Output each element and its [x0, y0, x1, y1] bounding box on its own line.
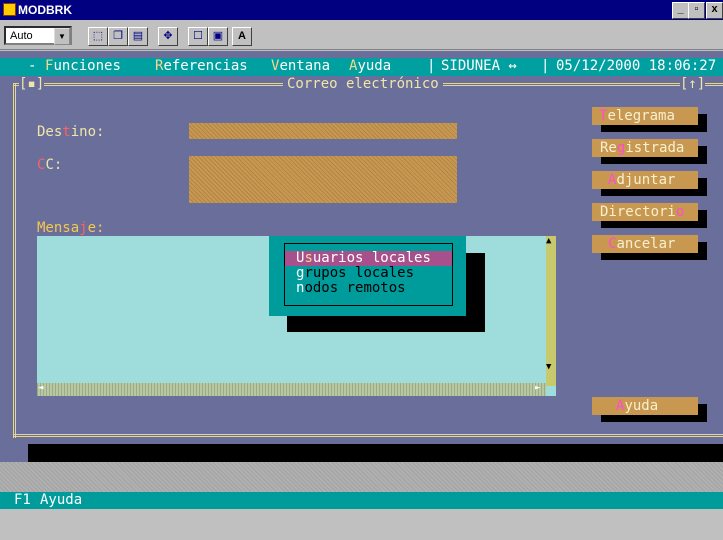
window-title: MODBRK	[18, 3, 72, 17]
status-label: Ayuda	[40, 492, 83, 508]
recipient-popup-list: Usuarios locales grupos locales nodos re…	[284, 243, 453, 306]
scroll-right-icon[interactable]: ►	[535, 383, 540, 393]
close-button[interactable]: x	[706, 2, 723, 19]
status-key[interactable]: F1	[14, 492, 31, 508]
menu-funciones[interactable]: Funciones	[45, 58, 121, 74]
cc-label-end: C:	[45, 157, 63, 173]
font-size-select[interactable]: Auto ▼	[4, 26, 72, 45]
menu-bar: - Funciones Referencias Ventana Ayuda | …	[0, 58, 723, 76]
ayuda-button[interactable]: Ayuda	[592, 397, 698, 415]
menu-ayuda-label: yuda	[357, 58, 392, 74]
background-icon[interactable]: ▣	[208, 27, 228, 46]
popup-item-label: odos remotos	[304, 280, 406, 296]
dialog-title: Correo electrónico	[283, 76, 443, 92]
registrada-button[interactable]: Registrada	[592, 139, 698, 157]
menu-referencias[interactable]: Referencias	[155, 58, 248, 74]
window-title-bar[interactable]: MODBRK _ ▫ x	[0, 0, 723, 20]
popup-item-nodos-remotos[interactable]: nodos remotos	[285, 281, 452, 296]
popup-item-label: uarios locales	[312, 250, 431, 266]
fullscreen-icon[interactable]: ✥	[158, 27, 178, 46]
desktop-bar	[28, 444, 723, 462]
registrada-label-start: Re	[600, 140, 617, 156]
copy-icon[interactable]: ❐	[108, 27, 128, 46]
menu-separator-2: |	[541, 58, 550, 74]
scroll-up-icon[interactable]: ▲	[546, 236, 551, 246]
destino-field[interactable]	[189, 123, 457, 139]
popup-item-hotkey: s	[304, 250, 313, 266]
destino-label-end: ino:	[70, 124, 105, 140]
system-name: SIDUNEA ↔	[441, 58, 517, 74]
mensaje-label-start: Mensa	[37, 220, 80, 236]
ayuda-label: yuda	[624, 398, 659, 414]
directorio-label-start: Directori	[600, 204, 676, 220]
destino-label: Destino:	[37, 124, 104, 140]
app-icon[interactable]	[3, 3, 16, 16]
menu-funciones-label: unciones	[53, 58, 121, 74]
telegrama-button[interactable]: Telegrama	[592, 107, 698, 125]
mensaje-label: Mensaje:	[37, 220, 104, 236]
cancelar-label: ancelar	[616, 236, 676, 252]
minimize-button[interactable]: _	[672, 2, 689, 19]
registrada-label: istrada	[625, 140, 685, 156]
maximize-button[interactable]: ▫	[688, 2, 705, 19]
menu-dash: -	[28, 58, 37, 74]
toolbar: Auto ▼ ⬚ ❐ ▤ ✥ ☐ ▣ A	[0, 20, 723, 50]
select-icon[interactable]: ⬚	[88, 27, 108, 46]
menu-referencias-label: eferencias	[163, 58, 248, 74]
popup-item-grupos-locales[interactable]: grupos locales	[285, 266, 452, 281]
properties-icon[interactable]: ☐	[188, 27, 208, 46]
scroll-down-icon[interactable]: ▼	[546, 362, 551, 372]
menu-ayuda[interactable]: Ayuda	[349, 58, 391, 74]
menu-ventana[interactable]: Ventana	[271, 58, 330, 74]
vertical-scrollbar[interactable]: ▲ ▼	[546, 236, 556, 386]
date-time: 05/12/2000 18:06:27	[556, 58, 717, 74]
directorio-button[interactable]: Directorio	[592, 203, 698, 221]
dialog-frame-bottom	[13, 434, 723, 437]
adjuntar-button[interactable]: Adjuntar	[592, 171, 698, 189]
popup-item-label: rupos locales	[304, 265, 415, 281]
menu-ventana-label: entana	[279, 58, 331, 74]
cc-label: CC:	[37, 157, 62, 173]
chevron-down-icon[interactable]: ▼	[54, 28, 70, 45]
status-bar: F1 Ayuda	[0, 492, 723, 509]
adjuntar-label: djuntar	[616, 172, 676, 188]
directorio-hotkey: o	[675, 204, 685, 220]
horizontal-scrollbar[interactable]: ◄ ►	[37, 383, 546, 396]
mensaje-hotkey: j	[79, 220, 88, 236]
cc-field[interactable]	[189, 156, 457, 203]
desktop-pattern	[0, 462, 723, 492]
dialog-frame-left	[13, 83, 16, 438]
cancelar-button[interactable]: Cancelar	[592, 235, 698, 253]
popup-item-usuarios-locales[interactable]: Usuarios locales	[285, 251, 452, 266]
scroll-left-icon[interactable]: ◄	[38, 383, 43, 393]
paste-icon[interactable]: ▤	[128, 27, 148, 46]
font-button[interactable]: A	[232, 27, 252, 46]
destino-label-start: Des	[37, 124, 63, 140]
dialog-zoom-marker[interactable]: [↑]	[680, 76, 706, 92]
telegrama-label: elegrama	[607, 108, 675, 124]
dialog-close-marker[interactable]: [▪]	[19, 76, 45, 92]
menu-separator: |	[427, 58, 436, 74]
mensaje-label-end: e:	[87, 220, 105, 236]
font-size-value: Auto	[10, 30, 33, 42]
destino-hotkey: t	[62, 124, 71, 140]
